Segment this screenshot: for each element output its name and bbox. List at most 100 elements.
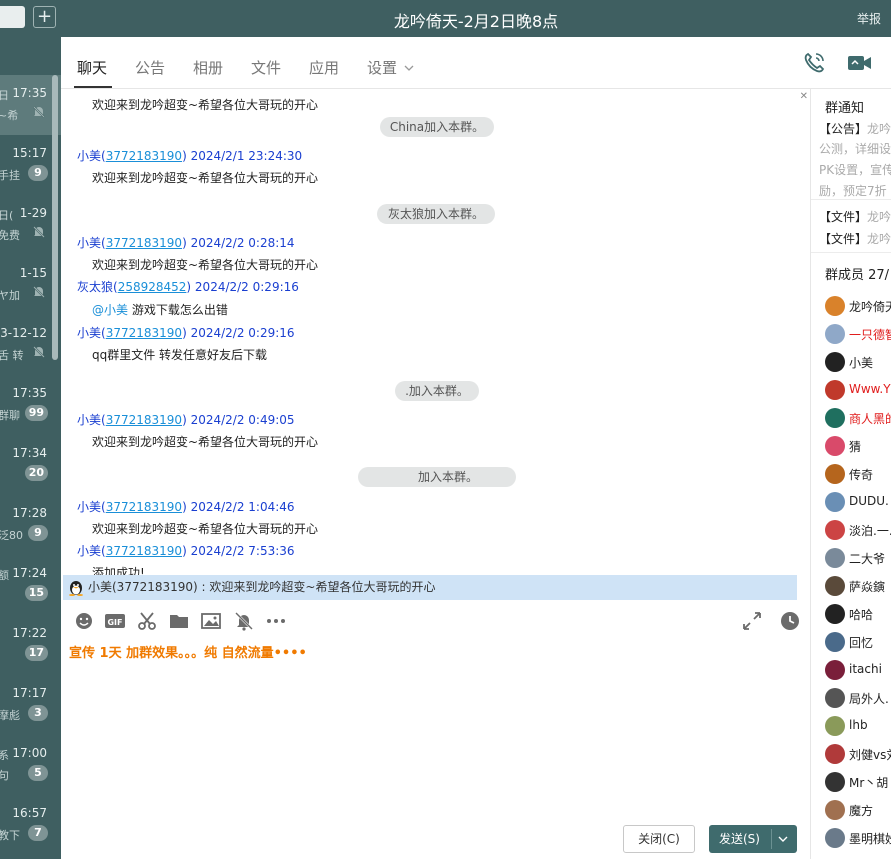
tab-settings-label: 设置	[367, 59, 398, 77]
send-button-label: 发送(S)	[719, 832, 760, 846]
member-name: DUDU.	[849, 494, 889, 508]
chat-history[interactable]: ✕ 欢迎来到龙吟超变~希望各位大哥玩的开心 China加入本群。 小美(3772…	[61, 89, 810, 575]
member-item[interactable]: 局外人.	[825, 686, 891, 710]
file-item[interactable]: 【文件】龙吟	[819, 230, 891, 247]
folder-icon[interactable]	[168, 610, 190, 632]
search-input[interactable]	[0, 6, 25, 28]
conversation-item[interactable]: 16:57 教下 7	[0, 795, 61, 855]
file-item[interactable]: 【文件】龙吟	[819, 208, 891, 225]
sender-qq[interactable]: 3772183190	[106, 544, 182, 558]
conversation-item[interactable]: 17:17 摩彪 3	[0, 675, 61, 735]
member-item[interactable]: 回忆	[825, 630, 891, 654]
input-toolbar: GIF	[61, 600, 810, 640]
conversation-item[interactable]: 17:28 泛80 9	[0, 495, 61, 555]
close-button[interactable]: 关闭(C)	[623, 825, 695, 853]
member-name: Mr丶胡	[849, 776, 889, 790]
message-time: 2024/2/2 0:28:14	[190, 236, 295, 250]
sender-qq[interactable]: 258928452	[118, 280, 187, 294]
sender-name[interactable]: 小美	[77, 326, 101, 340]
member-item[interactable]: 小美	[825, 350, 891, 374]
conversation-item[interactable]: 17:22 17	[0, 615, 61, 675]
tab-settings[interactable]: 设置	[367, 57, 415, 78]
sender-qq[interactable]: 3772183190	[106, 500, 182, 514]
message-header: 小美(3772183190) 2024/2/2 1:04:46	[77, 500, 295, 514]
sender-name[interactable]: 小美	[77, 236, 101, 250]
member-item[interactable]: 刘健vs刘	[825, 742, 891, 766]
member-item[interactable]: lhb	[825, 714, 891, 738]
mention[interactable]: @小美	[92, 303, 128, 317]
phone-call-icon[interactable]	[802, 51, 826, 75]
video-call-icon[interactable]	[847, 53, 873, 73]
close-icon[interactable]: ✕	[800, 91, 808, 102]
member-item[interactable]: 商人黑的	[825, 406, 891, 430]
sender-name[interactable]: 小美	[77, 413, 101, 427]
scissors-icon[interactable]	[136, 610, 158, 632]
member-name: Www.Y	[849, 382, 891, 396]
sender-name[interactable]: 灰太狼	[77, 280, 113, 294]
member-item[interactable]: DUDU.	[825, 490, 891, 514]
member-item[interactable]: 一只德智	[825, 322, 891, 346]
send-divider	[771, 829, 772, 849]
message-input-area[interactable]: 宣传 1天 加群效果。。。纯 自然流量•••• 关闭(C) 发送(S)	[61, 640, 810, 859]
image-icon[interactable]	[200, 610, 222, 632]
notice-item[interactable]: PK设置，宣传	[819, 161, 891, 178]
sidebar-scrollbar[interactable]	[52, 75, 58, 360]
conversation-preview: ~希	[0, 109, 19, 122]
sender-name[interactable]: 小美	[77, 149, 101, 163]
conversation-item[interactable]: 17:35 群聊 99	[0, 375, 61, 435]
member-item[interactable]: 墨明棋妙	[825, 826, 891, 850]
tab-album[interactable]: 相册	[193, 57, 223, 78]
conversation-time: 17:17	[12, 686, 47, 700]
sender-name[interactable]: 小美	[77, 500, 101, 514]
chevron-down-icon[interactable]	[777, 825, 789, 853]
sender-qq[interactable]: 3772183190	[106, 326, 182, 340]
message-body: 欢迎来到龙吟超变~希望各位大哥玩的开心	[92, 522, 319, 536]
member-item[interactable]: 猜	[825, 434, 891, 458]
conversation-preview: 手挂	[0, 169, 20, 182]
notice-item[interactable]: 公测，详细设	[819, 140, 891, 157]
more-icon[interactable]	[265, 610, 287, 632]
conversation-title: 日	[0, 89, 9, 102]
tab-apps[interactable]: 应用	[309, 57, 339, 78]
bell-mute-icon[interactable]	[233, 610, 255, 632]
conversation-item[interactable]: 17:24 额 15	[0, 555, 61, 615]
quoted-text: 小美(3772183190) : 欢迎来到龙吟超变~希望各位大哥玩的开心	[88, 580, 436, 594]
sender-qq[interactable]: 3772183190	[106, 149, 182, 163]
avatar	[825, 688, 845, 708]
member-item[interactable]: 传奇	[825, 462, 891, 486]
avatar	[825, 408, 845, 428]
emoji-icon[interactable]	[73, 610, 95, 632]
quoted-message-bar[interactable]: 小美(3772183190) : 欢迎来到龙吟超变~希望各位大哥玩的开心	[63, 575, 797, 600]
member-item[interactable]: 二大爷	[825, 546, 891, 570]
member-item[interactable]: 萨焱鏔	[825, 574, 891, 598]
history-clock-icon[interactable]	[779, 610, 801, 632]
member-item[interactable]: Mr丶胡	[825, 770, 891, 794]
report-link[interactable]: 举报	[857, 10, 881, 27]
notice-item[interactable]: 【公告】龙吟	[819, 120, 891, 137]
member-item[interactable]: 魔方	[825, 798, 891, 822]
tab-chat[interactable]: 聊天	[77, 57, 107, 78]
avatar	[825, 716, 845, 736]
notice-item[interactable]: 励，预定7折	[819, 182, 887, 199]
expand-icon[interactable]	[741, 610, 763, 632]
add-button[interactable]: +	[33, 6, 56, 28]
message-time: 2024/2/2 0:29:16	[194, 280, 299, 294]
member-item[interactable]: Www.Y	[825, 378, 891, 402]
member-item[interactable]: 龙吟倚天	[825, 294, 891, 318]
send-button[interactable]: 发送(S)	[709, 825, 797, 853]
conversation-time: 17:34	[12, 446, 47, 460]
conversation-item[interactable]: 17:00 系句 5	[0, 735, 61, 795]
group-members-title: 群成员 27/	[825, 268, 890, 283]
message-input-text[interactable]: 宣传 1天 加群效果。。。纯 自然流量••••	[69, 642, 307, 661]
sender-qq[interactable]: 3772183190	[106, 236, 182, 250]
gif-icon[interactable]: GIF	[104, 610, 126, 632]
tab-notice[interactable]: 公告	[135, 57, 165, 78]
conversation-item[interactable]: 17:34 20	[0, 435, 61, 495]
member-item[interactable]: itachi	[825, 658, 891, 682]
sender-name[interactable]: 小美	[77, 544, 101, 558]
member-item[interactable]: 哈哈	[825, 602, 891, 626]
member-item[interactable]: 淡泊.一.	[825, 518, 891, 542]
sender-qq[interactable]: 3772183190	[106, 413, 182, 427]
tab-files[interactable]: 文件	[251, 57, 281, 78]
message-header: 小美(3772183190) 2024/2/1 23:24:30	[77, 149, 303, 163]
